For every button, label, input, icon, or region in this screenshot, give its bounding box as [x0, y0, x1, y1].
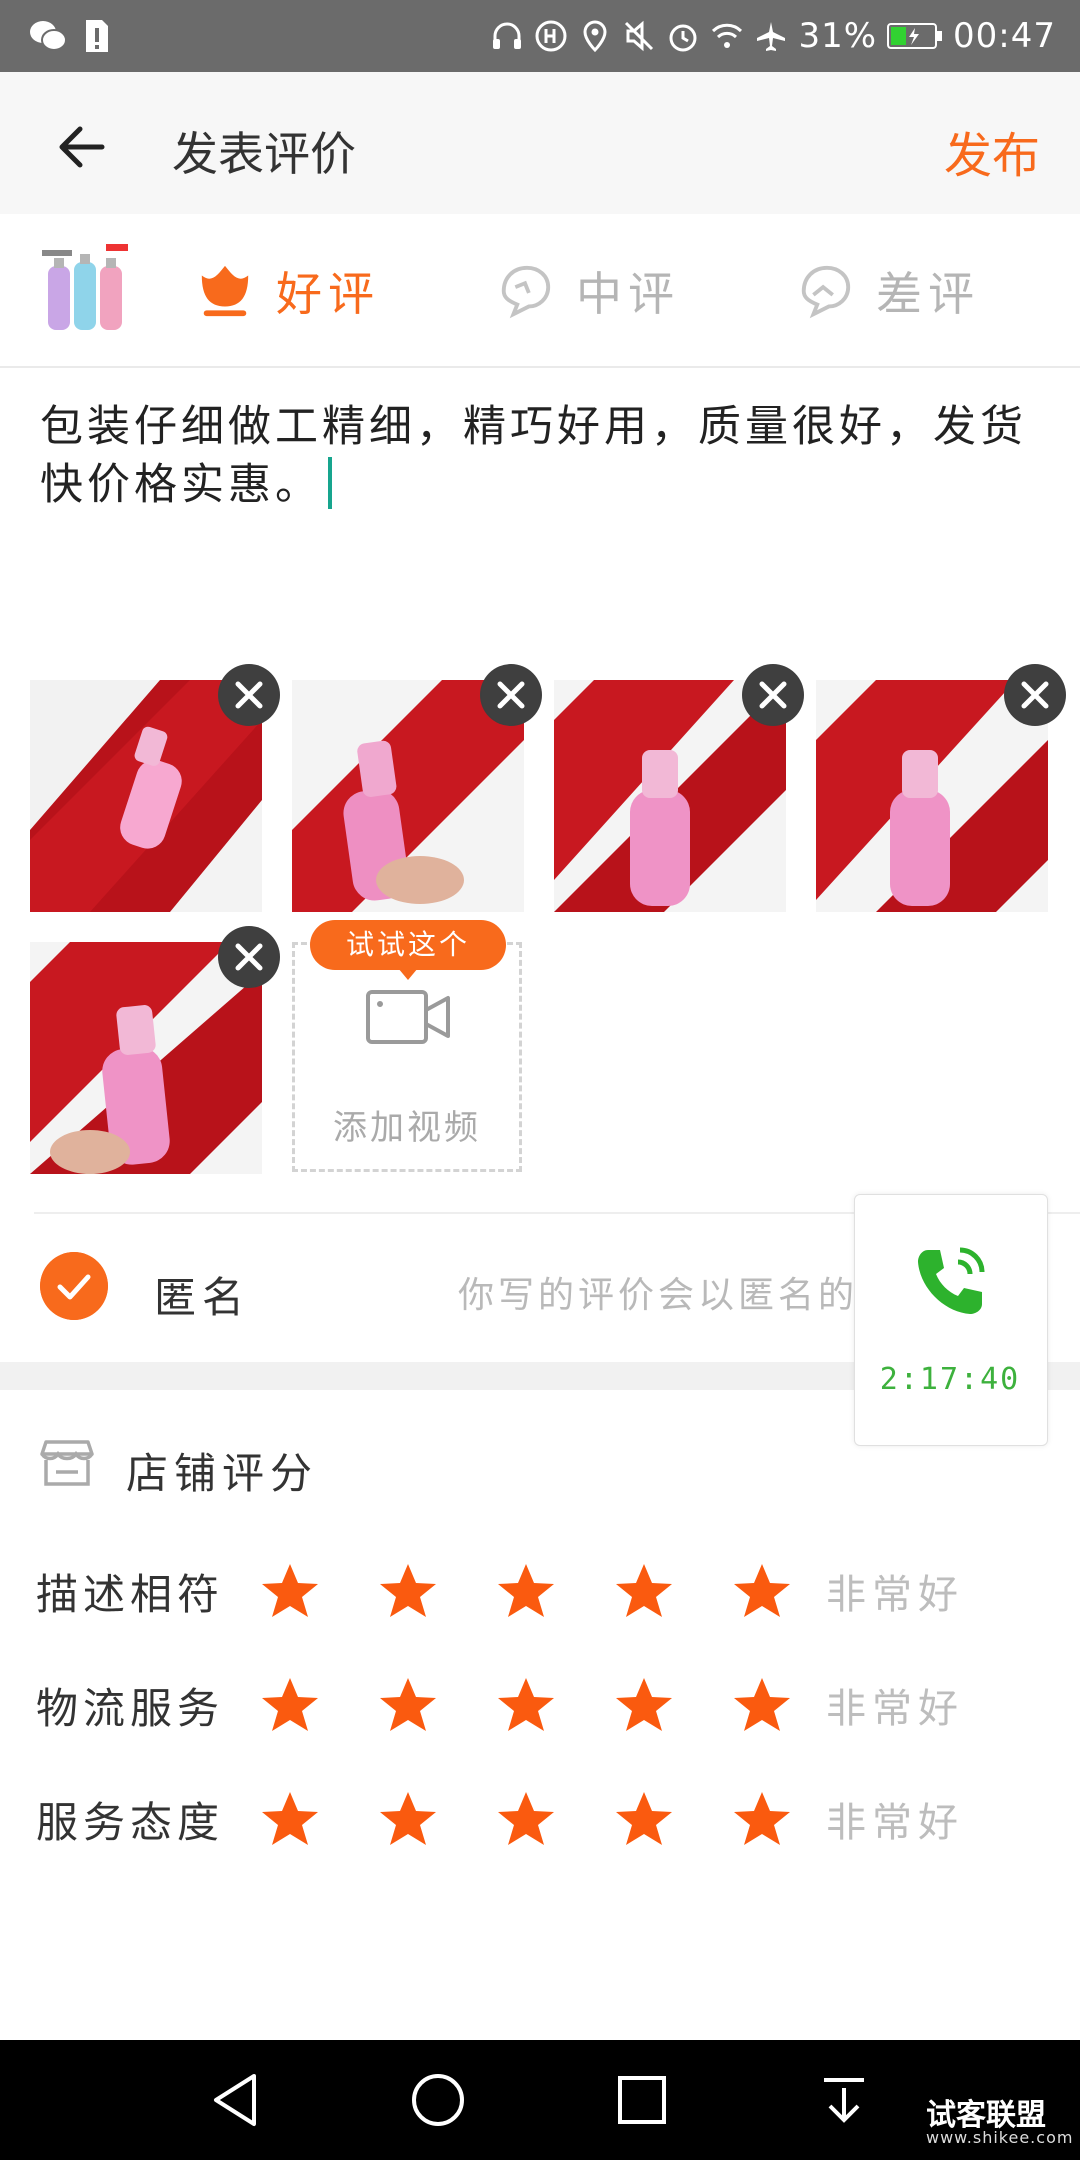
headphones-icon [493, 22, 522, 49]
sim-alert-icon [86, 20, 108, 52]
star-rating[interactable] [260, 1675, 792, 1735]
wifi-icon [712, 23, 743, 48]
airplane-icon [757, 22, 786, 51]
rating-option-label: 好评 [276, 267, 380, 321]
wechat-icon [30, 21, 67, 51]
score-row-word: 非常好 [826, 1686, 964, 1732]
mute-icon [625, 20, 654, 52]
shop-rating-title: 店铺评分 [126, 1449, 319, 1498]
rating-option-good[interactable]: 好评 [196, 256, 380, 326]
nav-recents-icon[interactable] [610, 2068, 674, 2132]
star-icon[interactable] [260, 1789, 320, 1849]
score-row-description: 描述相符 非常好 [36, 1556, 964, 1626]
score-row-name: 描述相符 [36, 1569, 225, 1619]
star-icon[interactable] [260, 1561, 320, 1621]
rating-option-bad[interactable]: 差评 [796, 256, 980, 326]
nav-back-icon[interactable] [204, 2068, 268, 2132]
shop-icon [40, 1440, 94, 1486]
star-icon[interactable] [732, 1675, 792, 1735]
rating-option-label: 中评 [576, 267, 680, 321]
battery-percent: 31% [798, 16, 878, 56]
nav-home-icon[interactable] [406, 2068, 470, 2132]
product-thumbnail [36, 240, 132, 338]
hd-icon [535, 20, 567, 52]
watermark-url: www.shikee.com [926, 2128, 1074, 2147]
anonymous-label: 匿名 [154, 1273, 251, 1322]
score-row-word: 非常好 [826, 1572, 964, 1618]
alarm-icon [669, 24, 697, 52]
star-icon[interactable] [614, 1675, 674, 1735]
phone-call-icon [918, 1247, 985, 1314]
system-nav-bar [0, 2040, 1080, 2160]
star-rating[interactable] [260, 1789, 792, 1849]
review-text-input[interactable]: 包装仔细做工精细，精巧好用，质量很好，发货快价格实惠。 [40, 398, 1050, 514]
battery-icon [887, 23, 943, 49]
video-camera-icon [366, 990, 450, 1044]
bad-rating-icon [801, 265, 851, 319]
delete-photo-button[interactable] [218, 664, 280, 726]
star-icon[interactable] [496, 1675, 556, 1735]
star-icon[interactable] [378, 1789, 438, 1849]
try-this-tag: 试试这个 [310, 920, 506, 970]
delete-photo-button[interactable] [742, 664, 804, 726]
star-icon[interactable] [732, 1789, 792, 1849]
star-rating[interactable] [260, 1561, 792, 1621]
status-icons: 31% 00:47 [490, 10, 1056, 62]
score-row-name: 物流服务 [36, 1683, 225, 1733]
good-rating-icon [201, 265, 249, 317]
add-video-label: 添加视频 [333, 1108, 481, 1148]
neutral-rating-icon [501, 265, 551, 319]
delete-photo-button[interactable] [1004, 664, 1066, 726]
star-icon[interactable] [378, 1561, 438, 1621]
rating-option-neutral[interactable]: 中评 [496, 256, 680, 326]
star-icon[interactable] [260, 1675, 320, 1735]
app-header [0, 72, 1080, 214]
location-icon [583, 20, 607, 53]
rating-option-label: 差评 [876, 267, 980, 321]
star-icon[interactable] [496, 1789, 556, 1849]
star-icon[interactable] [732, 1561, 792, 1621]
publish-button[interactable]: 发布 [944, 116, 1040, 186]
star-icon[interactable] [496, 1561, 556, 1621]
page-title: 发表评价 [172, 127, 356, 181]
delete-photo-button[interactable] [480, 664, 542, 726]
nav-notification-pulldown-icon[interactable] [812, 2068, 876, 2132]
star-icon[interactable] [614, 1561, 674, 1621]
text-caret [328, 457, 332, 509]
delete-photo-button[interactable] [218, 926, 280, 988]
anonymous-hint: 你写的评价会以匿名的 [458, 1275, 859, 1316]
star-icon[interactable] [614, 1789, 674, 1849]
score-row-service: 服务态度 非常好 [36, 1784, 964, 1854]
call-timer: 2:17:40 [879, 1362, 1021, 1397]
star-icon[interactable] [378, 1675, 438, 1735]
clock: 00:47 [953, 16, 1056, 56]
score-row-name: 服务态度 [36, 1797, 225, 1847]
anonymous-checkbox[interactable] [40, 1252, 108, 1320]
back-arrow-icon[interactable] [50, 112, 120, 182]
score-row-word: 非常好 [826, 1800, 964, 1846]
tag-pointer [398, 968, 418, 980]
review-text-content: 包装仔细做工精细，精巧好用，质量很好，发货快价格实惠。 [40, 402, 1027, 510]
score-row-logistics: 物流服务 非常好 [36, 1670, 964, 1740]
